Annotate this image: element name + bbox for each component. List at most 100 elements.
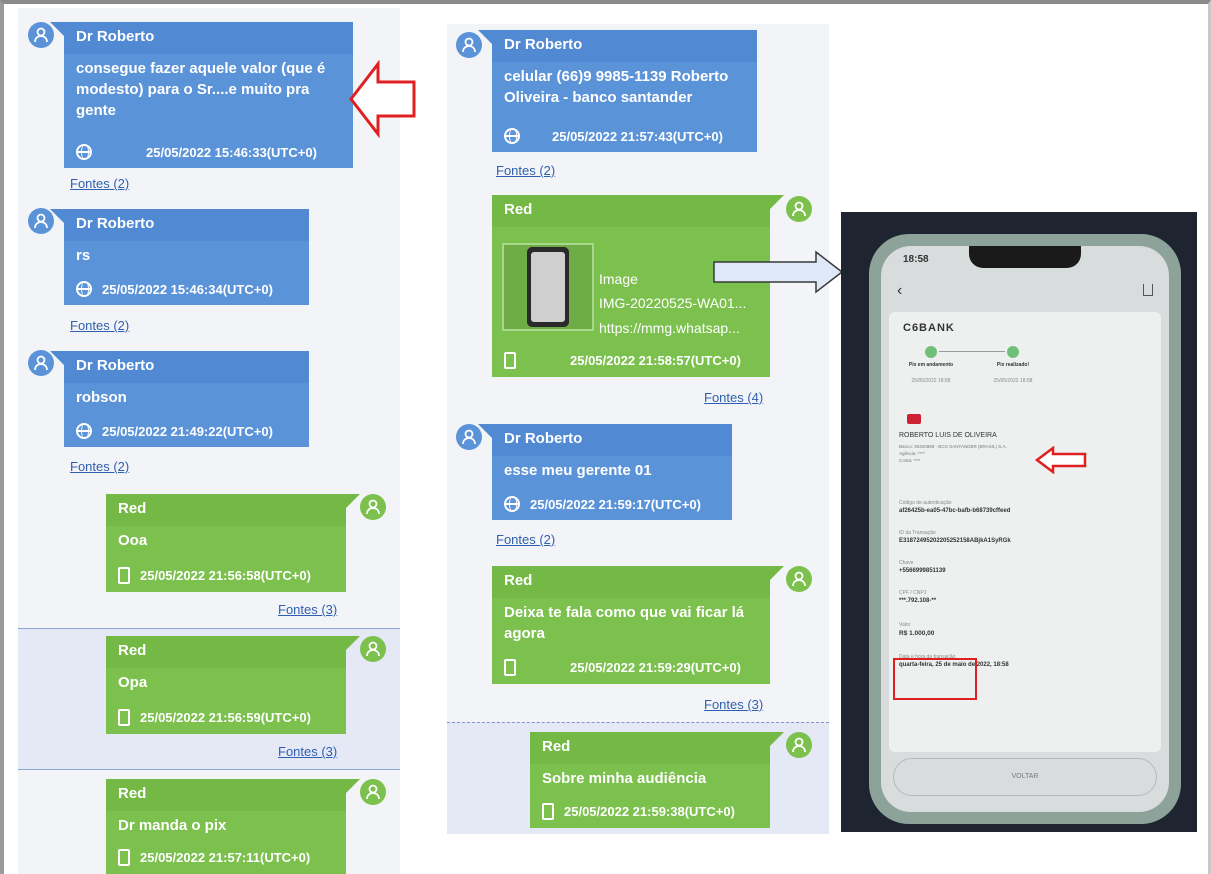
user-avatar-icon xyxy=(360,779,386,805)
valor-value: R$ 1.000,00 xyxy=(899,630,935,637)
sources-link[interactable]: Fontes (2) xyxy=(70,176,129,191)
message-text: celular (66)9 9985-1139 Roberto Oliveira… xyxy=(504,68,729,106)
auth-value: af26425b-ea05-47bc-bafb-b68739cffeed xyxy=(899,508,1011,514)
message-text: Sobre minha audiência xyxy=(542,770,707,787)
sender-name: Red xyxy=(106,494,346,526)
message-bubble[interactable]: Red Opa 25/05/2022 21:56:59(UTC+0) xyxy=(106,636,360,734)
globe-icon xyxy=(76,281,92,297)
message-footer: 25/05/2022 21:58:57(UTC+0) xyxy=(504,352,741,369)
step-line xyxy=(939,351,1005,352)
timestamp: 25/05/2022 15:46:33(UTC+0) xyxy=(146,144,317,160)
timestamp: 25/05/2022 21:58:57(UTC+0) xyxy=(570,353,741,368)
phone-screen: 18:58 ‹ C6BANK Pix em andamento 25/05/20… xyxy=(881,246,1169,812)
image-thumbnail[interactable] xyxy=(502,243,594,331)
sources-link[interactable]: Fontes (2) xyxy=(70,318,129,333)
phone-photo-icon xyxy=(527,247,569,327)
phone-icon xyxy=(118,849,130,866)
step-date: 25/05/2022 18:58 xyxy=(911,378,951,384)
message-bubble[interactable]: Red Deixa te fala como que vai ficar lá … xyxy=(492,566,784,684)
step-label: Pix realizado! xyxy=(996,362,1030,368)
sources-link[interactable]: Fontes (2) xyxy=(496,532,555,547)
sender-name: Red xyxy=(492,195,770,227)
message-bubble[interactable]: Red Sobre minha audiência 25/05/2022 21:… xyxy=(530,732,784,828)
phone-icon xyxy=(118,567,130,584)
message-text: esse meu gerente 01 xyxy=(504,462,652,479)
message-footer: 25/05/2022 21:56:59(UTC+0) xyxy=(118,709,311,726)
cpf-value: ***.792.108-** xyxy=(899,598,937,604)
message-bubble[interactable]: Dr Roberto robson 25/05/2022 21:49:22(UT… xyxy=(50,351,309,447)
message-text: consegue fazer aquele valor (que é modes… xyxy=(76,60,326,119)
message-footer: 25/05/2022 15:46:33(UTC+0) xyxy=(76,144,317,160)
red-box-annotation xyxy=(893,658,977,700)
timestamp: 25/05/2022 21:57:11(UTC+0) xyxy=(140,850,311,865)
sender-name: Red xyxy=(492,566,770,598)
conta: Conta: **** xyxy=(899,458,921,463)
message-footer: 25/05/2022 21:56:58(UTC+0) xyxy=(118,567,311,584)
sources-link[interactable]: Fontes (4) xyxy=(704,390,763,405)
user-avatar-icon xyxy=(786,732,812,758)
step-done-icon xyxy=(1007,346,1019,358)
timestamp: 25/05/2022 21:49:22(UTC+0) xyxy=(102,423,273,439)
user-avatar-icon xyxy=(360,636,386,662)
message-text: Opa xyxy=(118,674,148,691)
message-footer: 25/05/2022 21:49:22(UTC+0) xyxy=(76,423,273,439)
sender-name: Dr Roberto xyxy=(64,351,309,383)
message-footer: 25/05/2022 21:57:11(UTC+0) xyxy=(118,849,310,866)
bank-badge-icon xyxy=(907,414,921,424)
key-label: Chave xyxy=(899,560,914,566)
agencia: Agência: **** xyxy=(899,451,925,456)
globe-icon xyxy=(76,423,92,439)
message-text: Dr manda o pix xyxy=(118,817,227,834)
user-avatar-icon xyxy=(786,566,812,592)
back-chevron-icon[interactable]: ‹ xyxy=(897,282,902,300)
message-bubble[interactable]: Dr Roberto celular (66)9 9985-1139 Rober… xyxy=(478,30,757,152)
message-bubble[interactable]: Red Dr manda o pix 25/05/2022 21:57:11(U… xyxy=(106,779,360,874)
message-bubble[interactable]: Dr Roberto consegue fazer aquele valor (… xyxy=(50,22,353,168)
message-footer: 25/05/2022 21:57:43(UTC+0) xyxy=(504,128,723,144)
message-bubble[interactable]: Dr Roberto rs 25/05/2022 15:46:34(UTC+0) xyxy=(50,209,309,305)
timestamp: 25/05/2022 21:59:29(UTC+0) xyxy=(570,660,741,675)
timestamp: 25/05/2022 15:46:34(UTC+0) xyxy=(102,281,273,297)
tx-label: ID da Transação xyxy=(899,530,936,536)
message-text: Ooa xyxy=(118,532,148,549)
sender-name: Dr Roberto xyxy=(64,22,353,54)
step-date: 25/05/2022 18:58 xyxy=(993,378,1033,384)
sources-link[interactable]: Fontes (2) xyxy=(70,459,129,474)
message-footer: 25/05/2022 21:59:17(UTC+0) xyxy=(504,496,701,512)
message-text: rs xyxy=(76,247,91,264)
notch xyxy=(969,246,1081,268)
sender-name: Dr Roberto xyxy=(64,209,309,241)
user-avatar-icon xyxy=(786,196,812,222)
valor-label: Valor xyxy=(899,622,911,628)
message-text: robson xyxy=(76,389,127,406)
sender-name: Red xyxy=(106,636,346,668)
sources-link[interactable]: Fontes (3) xyxy=(704,697,763,712)
blue-arrow-annotation xyxy=(713,250,844,294)
sources-link[interactable]: Fontes (3) xyxy=(278,602,337,617)
attachment-name: IMG-20220525-WA01... xyxy=(599,295,747,311)
attachment-type: Image xyxy=(599,271,638,287)
sources-link[interactable]: Fontes (2) xyxy=(496,163,555,178)
sender-name: Dr Roberto xyxy=(492,424,732,456)
step-done-icon xyxy=(925,346,937,358)
voltar-button[interactable]: VOLTAR xyxy=(893,758,1157,796)
globe-icon xyxy=(504,128,520,144)
timestamp: 25/05/2022 21:56:59(UTC+0) xyxy=(140,710,311,725)
message-text: Deixa te fala como que vai ficar lá agor… xyxy=(504,604,745,642)
cpf-label: CPF / CNPJ xyxy=(899,590,927,596)
message-bubble[interactable]: Dr Roberto esse meu gerente 01 25/05/202… xyxy=(478,424,732,520)
share-icon[interactable] xyxy=(1143,284,1153,296)
message-footer: 25/05/2022 15:46:34(UTC+0) xyxy=(76,281,273,297)
message-bubble[interactable]: Red Ooa 25/05/2022 21:56:58(UTC+0) xyxy=(106,494,360,592)
sources-link[interactable]: Fontes (3) xyxy=(278,744,337,759)
step-label: Pix em andamento xyxy=(908,362,954,368)
key-value: +5566999851139 xyxy=(899,568,946,574)
message-footer: 25/05/2022 21:59:38(UTC+0) xyxy=(542,803,735,820)
bank-logo: C6BANK xyxy=(903,322,955,334)
sender-name: Red xyxy=(530,732,770,764)
attachment-url[interactable]: https://mmg.whatsap... xyxy=(599,320,740,336)
status-time: 18:58 xyxy=(903,254,929,265)
phone-icon xyxy=(118,709,130,726)
auth-label: Código de autenticação xyxy=(899,500,952,506)
phone-icon xyxy=(542,803,554,820)
